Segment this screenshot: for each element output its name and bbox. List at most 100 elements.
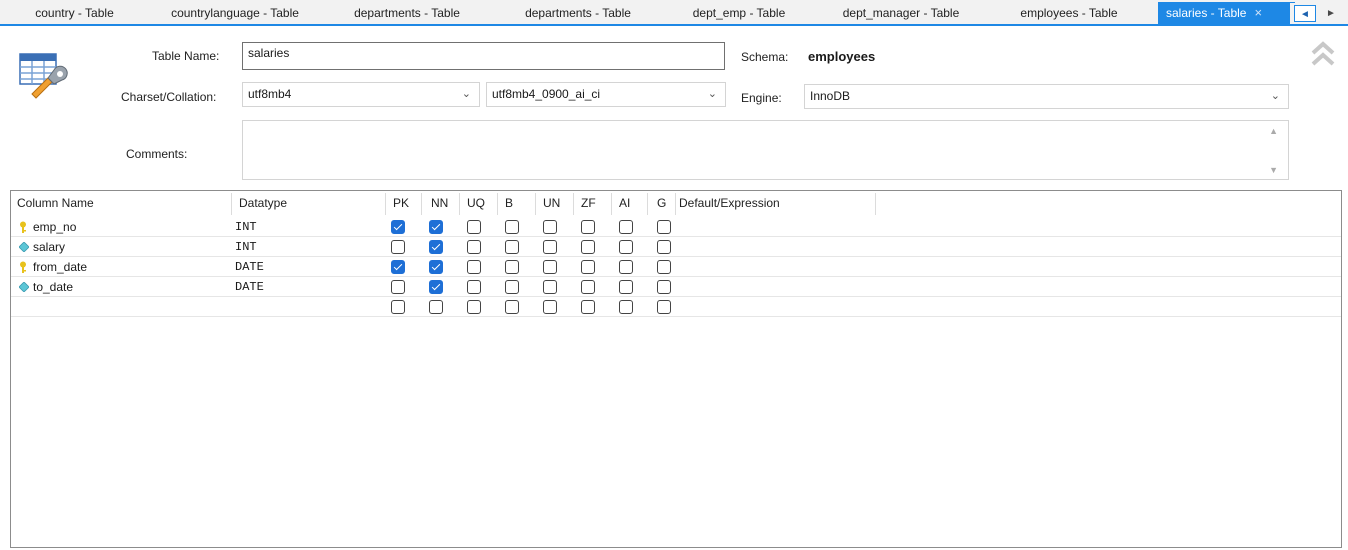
- column-name-cell[interactable]: salary: [33, 240, 65, 254]
- tab-dept-manager-table[interactable]: dept_manager - Table: [816, 4, 986, 24]
- ai-checkbox[interactable]: [619, 300, 633, 314]
- header-zf[interactable]: ZF: [581, 196, 596, 210]
- datatype-cell[interactable]: DATE: [235, 260, 264, 274]
- header-nn[interactable]: NN: [431, 196, 448, 210]
- column-name-cell[interactable]: to_date: [33, 280, 73, 294]
- tab-employees-table[interactable]: employees - Table: [989, 4, 1149, 24]
- pk-checkbox[interactable]: [391, 240, 405, 254]
- un-checkbox[interactable]: [543, 280, 557, 294]
- nn-checkbox[interactable]: [429, 260, 443, 274]
- chevron-down-icon: ⌄: [707, 88, 717, 100]
- datatype-cell[interactable]: INT: [235, 240, 257, 254]
- scroll-down-icon[interactable]: ▼: [1269, 165, 1278, 175]
- datatype-cell[interactable]: DATE: [235, 280, 264, 294]
- uq-checkbox[interactable]: [467, 280, 481, 294]
- uq-checkbox[interactable]: [467, 240, 481, 254]
- uq-checkbox[interactable]: [467, 220, 481, 234]
- un-checkbox[interactable]: [543, 300, 557, 314]
- pk-checkbox[interactable]: [391, 220, 405, 234]
- tab-countrylanguage-table[interactable]: countrylanguage - Table: [150, 4, 320, 24]
- ai-checkbox[interactable]: [619, 240, 633, 254]
- pk-checkbox[interactable]: [391, 260, 405, 274]
- zf-checkbox[interactable]: [581, 220, 595, 234]
- header-uq[interactable]: UQ: [467, 196, 485, 210]
- table-row[interactable]: [11, 297, 1341, 317]
- header-divider: [675, 193, 676, 215]
- header-ai[interactable]: AI: [619, 196, 630, 210]
- un-checkbox[interactable]: [543, 220, 557, 234]
- engine-select[interactable]: InnoDB ⌄: [804, 84, 1289, 109]
- table-row[interactable]: to_date DATE: [11, 277, 1341, 297]
- scroll-tabs-left-icon[interactable]: ◄: [1294, 5, 1316, 22]
- header-divider: [385, 193, 386, 215]
- ai-checkbox[interactable]: [619, 260, 633, 274]
- table-row[interactable]: emp_no INT: [11, 217, 1341, 237]
- b-checkbox[interactable]: [505, 220, 519, 234]
- tab-label: countrylanguage - Table: [171, 6, 299, 20]
- ai-checkbox[interactable]: [619, 280, 633, 294]
- engine-label: Engine:: [741, 91, 782, 105]
- g-checkbox[interactable]: [657, 280, 671, 294]
- header-divider: [875, 193, 876, 215]
- nn-checkbox[interactable]: [429, 240, 443, 254]
- ai-checkbox[interactable]: [619, 220, 633, 234]
- header-datatype[interactable]: Datatype: [239, 196, 287, 210]
- b-checkbox[interactable]: [505, 260, 519, 274]
- g-checkbox[interactable]: [657, 240, 671, 254]
- g-checkbox[interactable]: [657, 300, 671, 314]
- header-column-name[interactable]: Column Name: [17, 196, 94, 210]
- collation-value: utf8mb4_0900_ai_ci: [492, 87, 601, 101]
- uq-checkbox[interactable]: [467, 260, 481, 274]
- diamond-icon: [19, 242, 29, 252]
- header-g[interactable]: G: [657, 196, 666, 210]
- un-checkbox[interactable]: [543, 260, 557, 274]
- datatype-cell[interactable]: INT: [235, 220, 257, 234]
- header-default-expression[interactable]: Default/Expression: [679, 196, 780, 210]
- charset-collation-label: Charset/Collation:: [121, 90, 217, 104]
- header-un[interactable]: UN: [543, 196, 560, 210]
- scroll-tabs-right-icon[interactable]: ►: [1320, 5, 1342, 22]
- tab-departments-table-2[interactable]: departments - Table: [494, 4, 662, 24]
- close-tab-icon[interactable]: ×: [1254, 2, 1262, 24]
- header-pk[interactable]: PK: [393, 196, 409, 210]
- tab-country-table[interactable]: country - Table: [2, 4, 147, 24]
- table-row[interactable]: salary INT: [11, 237, 1341, 257]
- comments-textarea[interactable]: ▲ ▼: [242, 120, 1289, 180]
- table-row[interactable]: from_date DATE: [11, 257, 1341, 277]
- zf-checkbox[interactable]: [581, 280, 595, 294]
- nn-checkbox[interactable]: [429, 220, 443, 234]
- tab-departments-table[interactable]: departments - Table: [323, 4, 491, 24]
- header-divider: [573, 193, 574, 215]
- un-checkbox[interactable]: [543, 240, 557, 254]
- pk-checkbox[interactable]: [391, 280, 405, 294]
- b-checkbox[interactable]: [505, 300, 519, 314]
- column-name-cell[interactable]: emp_no: [33, 220, 76, 234]
- scroll-up-icon[interactable]: ▲: [1269, 126, 1278, 136]
- collapse-panel-icon[interactable]: [1310, 40, 1336, 68]
- nn-checkbox[interactable]: [429, 300, 443, 314]
- zf-checkbox[interactable]: [581, 240, 595, 254]
- column-name-cell[interactable]: from_date: [33, 260, 87, 274]
- b-checkbox[interactable]: [505, 280, 519, 294]
- nn-checkbox[interactable]: [429, 280, 443, 294]
- uq-checkbox[interactable]: [467, 300, 481, 314]
- chevron-down-icon: ⌄: [461, 88, 471, 100]
- collation-select[interactable]: utf8mb4_0900_ai_ci ⌄: [486, 82, 726, 107]
- key-icon: [20, 221, 26, 233]
- charset-select[interactable]: utf8mb4 ⌄: [242, 82, 480, 107]
- tab-scroll-controls: ◄ ►: [1290, 3, 1348, 24]
- pk-checkbox[interactable]: [391, 300, 405, 314]
- columns-grid[interactable]: Column Name Datatype PK NN UQ B UN ZF AI…: [10, 190, 1342, 548]
- table-name-input[interactable]: salaries: [242, 42, 725, 70]
- tab-salaries-table[interactable]: salaries - Table ×: [1158, 2, 1295, 24]
- g-checkbox[interactable]: [657, 260, 671, 274]
- zf-checkbox[interactable]: [581, 300, 595, 314]
- tab-dept-emp-table[interactable]: dept_emp - Table: [665, 4, 813, 24]
- editor-tab-bar: country - Table countrylanguage - Table …: [0, 0, 1348, 26]
- header-b[interactable]: B: [505, 196, 513, 210]
- b-checkbox[interactable]: [505, 240, 519, 254]
- engine-value: InnoDB: [810, 89, 851, 103]
- tab-label: dept_emp - Table: [692, 6, 786, 20]
- g-checkbox[interactable]: [657, 220, 671, 234]
- zf-checkbox[interactable]: [581, 260, 595, 274]
